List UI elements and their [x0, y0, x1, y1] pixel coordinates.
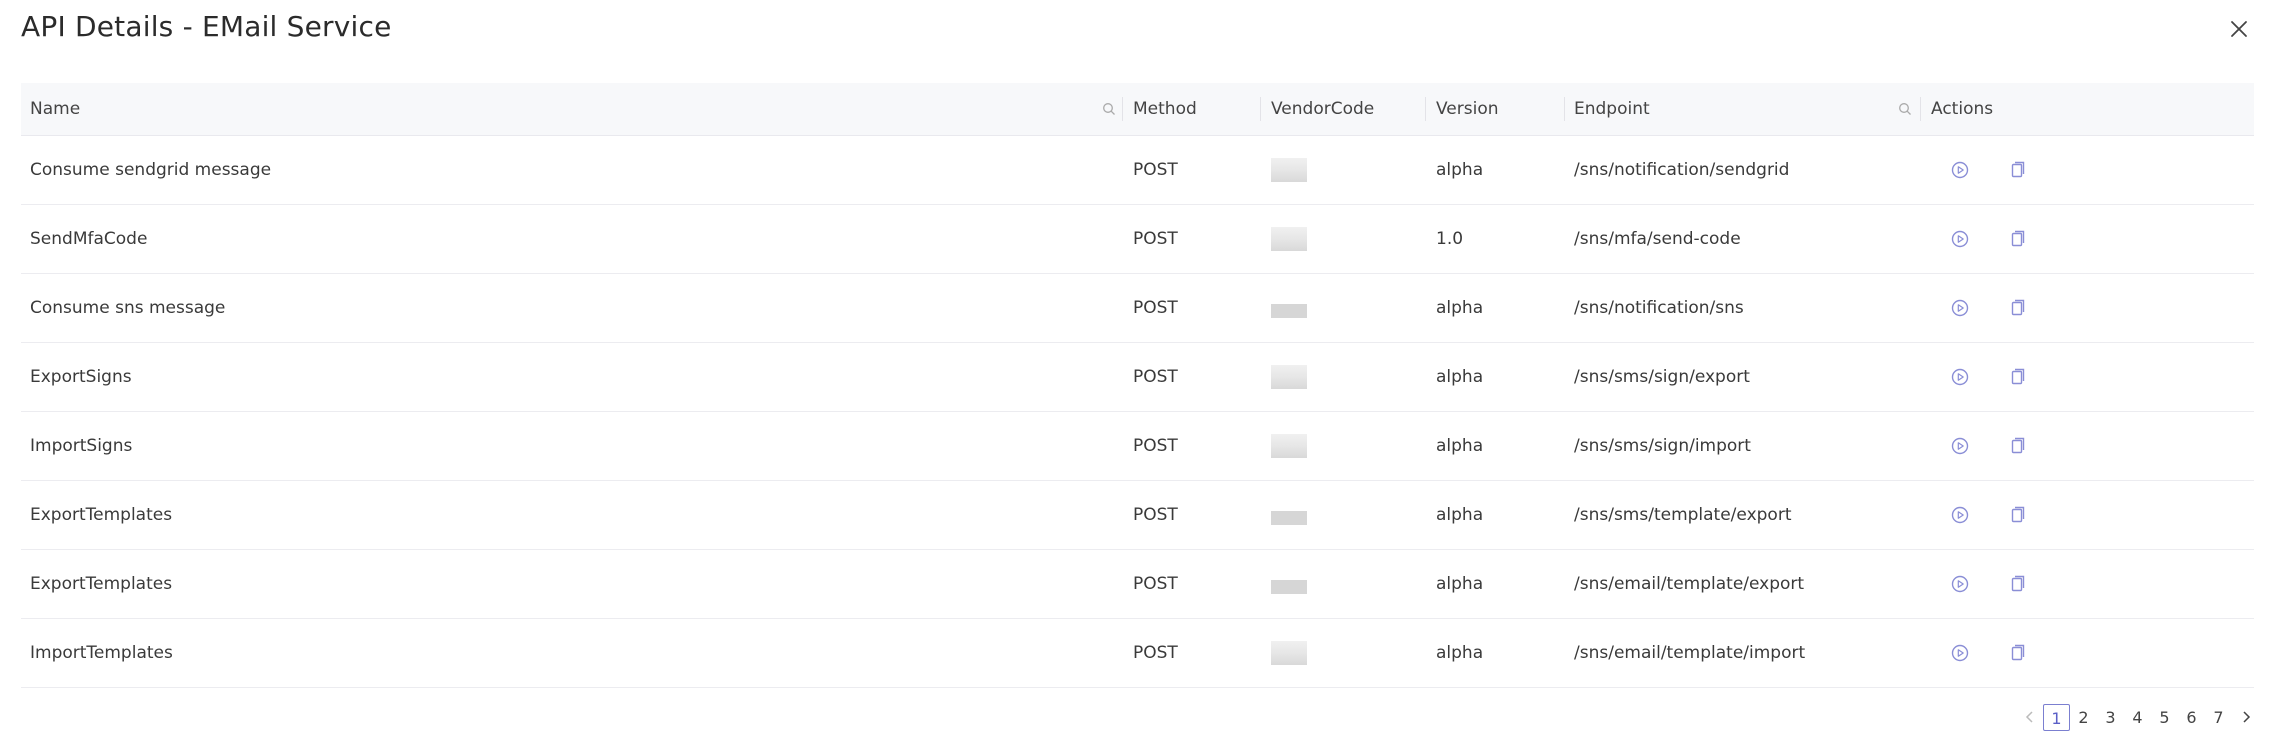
- play-circle-icon[interactable]: [1950, 436, 1970, 456]
- api-version: alpha: [1436, 160, 1484, 180]
- api-version: alpha: [1436, 298, 1484, 318]
- table-header: Name Method VendorCode Version Endpoint …: [21, 83, 2254, 136]
- api-method: POST: [1133, 298, 1178, 318]
- vendor-code-redacted: [1271, 580, 1307, 594]
- play-circle-icon[interactable]: [1950, 505, 1970, 525]
- api-name: ExportTemplates: [30, 574, 173, 594]
- column-header-vendorcode: VendorCode: [1271, 99, 1375, 119]
- api-name: Consume sendgrid message: [30, 160, 272, 180]
- play-circle-icon[interactable]: [1950, 643, 1970, 663]
- play-circle-icon[interactable]: [1950, 367, 1970, 387]
- column-header-actions: Actions: [1931, 99, 1994, 119]
- page-number-1[interactable]: 1: [2043, 703, 2070, 731]
- vendor-code-redacted: [1271, 158, 1307, 182]
- vendor-code-redacted: [1271, 434, 1307, 458]
- api-method: POST: [1133, 643, 1178, 663]
- api-endpoint: /sns/email/template/export: [1574, 574, 1805, 594]
- api-endpoint: /sns/mfa/send-code: [1574, 229, 1741, 249]
- table-row: SendMfaCode POST 1.0/sns/mfa/send-code: [21, 205, 2254, 274]
- table-row: ImportSigns POST alpha/sns/sms/sign/import: [21, 412, 2254, 481]
- api-method: POST: [1133, 229, 1178, 249]
- pagination: 1234567: [2016, 703, 2259, 731]
- api-version: alpha: [1436, 574, 1484, 594]
- column-divider: [1425, 97, 1426, 121]
- column-divider: [1564, 97, 1565, 121]
- page-number-7[interactable]: 7: [2205, 704, 2232, 731]
- copy-icon[interactable]: [2007, 229, 2027, 249]
- play-circle-icon[interactable]: [1950, 160, 1970, 180]
- play-circle-icon[interactable]: [1950, 229, 1970, 249]
- table-row: ExportSigns POST alpha/sns/sms/sign/export: [21, 343, 2254, 412]
- api-endpoint: /sns/notification/sns: [1574, 298, 1744, 318]
- api-name: ExportTemplates: [30, 505, 173, 525]
- copy-icon[interactable]: [2007, 505, 2027, 525]
- vendor-code-redacted: [1271, 365, 1307, 389]
- play-circle-icon[interactable]: [1950, 574, 1970, 594]
- close-icon[interactable]: [2224, 14, 2254, 44]
- api-details-modal: API Details - EMail Service Name Method …: [0, 0, 2276, 747]
- column-header-version: Version: [1436, 99, 1499, 119]
- modal-title: API Details - EMail Service: [21, 10, 392, 43]
- page-list: 1234567: [2043, 703, 2232, 731]
- table-row: ExportTemplates POST alpha/sns/sms/templat…: [21, 481, 2254, 550]
- page-number-2[interactable]: 2: [2070, 704, 2097, 731]
- api-name: SendMfaCode: [30, 229, 148, 249]
- api-name: ImportTemplates: [30, 643, 173, 663]
- api-version: 1.0: [1436, 229, 1464, 249]
- chevron-right-icon[interactable]: [2232, 704, 2259, 731]
- copy-icon[interactable]: [2007, 643, 2027, 663]
- play-circle-icon[interactable]: [1950, 298, 1970, 318]
- api-endpoint: /sns/notification/sendgrid: [1574, 160, 1790, 180]
- chevron-left-icon[interactable]: [2016, 704, 2043, 731]
- column-divider: [1920, 97, 1921, 121]
- page-number-3[interactable]: 3: [2097, 704, 2124, 731]
- copy-icon[interactable]: [2007, 298, 2027, 318]
- page-number-4[interactable]: 4: [2124, 704, 2151, 731]
- table-row: Consume sns message POST alpha/sns/notific…: [21, 274, 2254, 343]
- api-version: alpha: [1436, 643, 1484, 663]
- column-divider: [1122, 97, 1123, 121]
- api-name: Consume sns message: [30, 298, 226, 318]
- vendor-code-redacted: [1271, 227, 1307, 251]
- api-name: ImportSigns: [30, 436, 133, 456]
- api-version: alpha: [1436, 367, 1484, 387]
- vendor-code-redacted: [1271, 511, 1307, 525]
- vendor-code-redacted: [1271, 641, 1307, 665]
- table-row: Consume sendgrid message POST alpha/sns/no…: [21, 136, 2254, 205]
- api-endpoint: /sns/sms/sign/import: [1574, 436, 1751, 456]
- api-endpoint: /sns/sms/template/export: [1574, 505, 1792, 525]
- column-header-name: Name: [30, 99, 81, 119]
- vendor-code-redacted: [1271, 304, 1307, 318]
- copy-icon[interactable]: [2007, 574, 2027, 594]
- api-method: POST: [1133, 367, 1178, 387]
- column-header-method: Method: [1133, 99, 1197, 119]
- api-endpoint: /sns/sms/sign/export: [1574, 367, 1750, 387]
- copy-icon[interactable]: [2007, 436, 2027, 456]
- copy-icon[interactable]: [2007, 367, 2027, 387]
- copy-icon[interactable]: [2007, 160, 2027, 180]
- search-icon[interactable]: [1102, 102, 1116, 116]
- api-version: alpha: [1436, 505, 1484, 525]
- table-row: ImportTemplates POST alpha/sns/email/templ…: [21, 619, 2254, 688]
- api-name: ExportSigns: [30, 367, 132, 387]
- search-icon[interactable]: [1898, 102, 1912, 116]
- api-method: POST: [1133, 160, 1178, 180]
- api-method: POST: [1133, 505, 1178, 525]
- column-divider: [1260, 97, 1261, 121]
- api-endpoint: /sns/email/template/import: [1574, 643, 1806, 663]
- api-method: POST: [1133, 574, 1178, 594]
- page-number-6[interactable]: 6: [2178, 704, 2205, 731]
- api-version: alpha: [1436, 436, 1484, 456]
- table-body: Consume sendgrid message POST alpha/sns/no…: [21, 136, 2254, 688]
- api-method: POST: [1133, 436, 1178, 456]
- page-number-5[interactable]: 5: [2151, 704, 2178, 731]
- api-table: Name Method VendorCode Version Endpoint …: [21, 83, 2254, 688]
- table-row: ExportTemplates POST alpha/sns/email/templ…: [21, 550, 2254, 619]
- column-header-endpoint: Endpoint: [1574, 99, 1650, 119]
